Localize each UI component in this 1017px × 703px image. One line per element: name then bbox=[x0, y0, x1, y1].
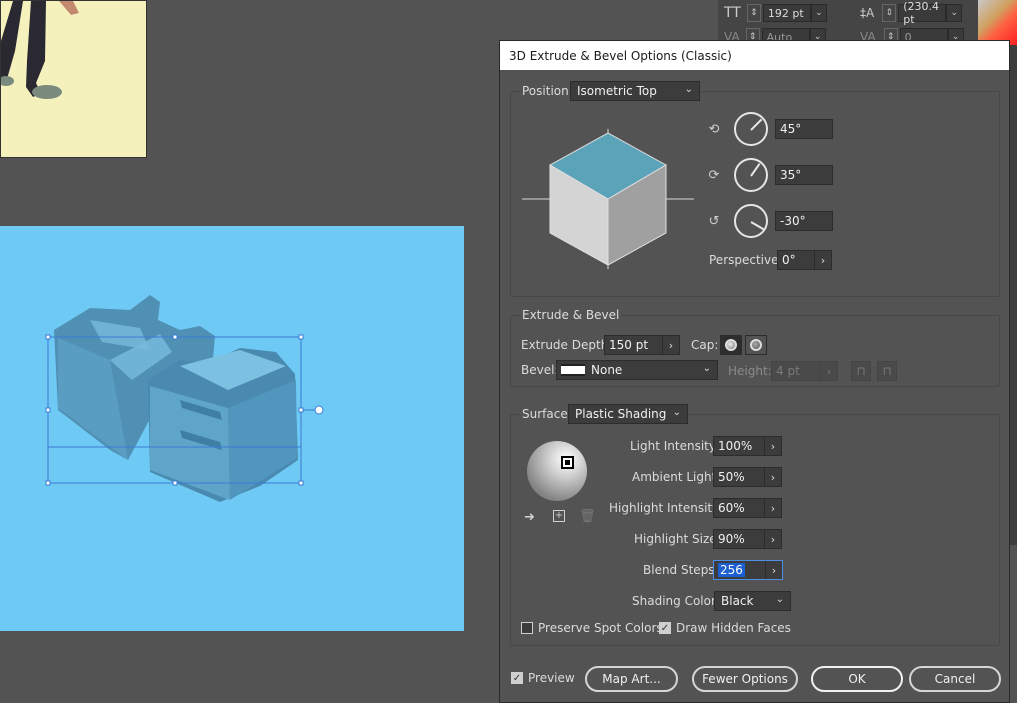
chevron-down-icon: ⌄ bbox=[775, 594, 784, 605]
dialog-title: 3D Extrude & Bevel Options (Classic) bbox=[500, 41, 1009, 70]
bevel-in-button[interactable]: ⊓ bbox=[877, 361, 897, 381]
shading-color-label: Shading Color: bbox=[632, 594, 720, 608]
bevel-value: None bbox=[591, 363, 623, 377]
position-value: Isometric Top bbox=[577, 84, 657, 98]
light-intensity-label: Light Intensity: bbox=[630, 439, 720, 453]
light-source-handle[interactable] bbox=[561, 456, 574, 469]
surface-dropdown[interactable]: Plastic Shading ⌄ bbox=[568, 404, 688, 424]
preserve-spot-label: Preserve Spot Colors bbox=[538, 621, 663, 635]
move-light-back-icon[interactable]: ➜ bbox=[524, 510, 535, 525]
shading-color-value: Black bbox=[721, 594, 754, 608]
character-panel: TT ⇕ 192 pt ⌄ ‡A ⇕ (230.4 pt ⌄ VA ⇕ Auto… bbox=[718, 0, 978, 46]
rotate-x-icon: ⟲ bbox=[708, 121, 720, 137]
ambient-light-field[interactable]: 50% › bbox=[713, 467, 782, 487]
blend-steps-field[interactable]: 256 › bbox=[713, 560, 783, 580]
lighting-sphere[interactable] bbox=[527, 441, 587, 501]
position-dropdown[interactable]: Isometric Top ⌄ bbox=[570, 81, 700, 101]
fewer-options-button[interactable]: Fewer Options bbox=[692, 666, 798, 692]
highlight-intensity-label: Highlight Intensity: bbox=[609, 501, 723, 515]
cancel-button[interactable]: Cancel bbox=[909, 666, 1001, 692]
cap-label: Cap: bbox=[691, 338, 719, 352]
draw-hidden-checkbox[interactable]: ✓ bbox=[659, 622, 671, 634]
chevron-down-icon: ⌄ bbox=[702, 363, 711, 374]
surface-value: Plastic Shading bbox=[575, 407, 667, 421]
blend-steps-label: Blend Steps: bbox=[643, 563, 719, 577]
position-label: Position: bbox=[520, 84, 575, 98]
highlight-size-field[interactable]: 90% › bbox=[713, 529, 782, 549]
bevel-label: Bevel: bbox=[521, 363, 559, 377]
preview-label: Preview bbox=[528, 671, 575, 685]
height-label: Height: bbox=[728, 364, 772, 378]
highlight-intensity-field[interactable]: 60% › bbox=[713, 498, 782, 518]
font-size-icon: TT bbox=[724, 5, 741, 21]
blend-steps-arrow-icon[interactable]: › bbox=[765, 561, 782, 579]
y-rotation-field[interactable]: 35° bbox=[775, 165, 833, 185]
perspective-field[interactable]: 0° › bbox=[777, 250, 832, 270]
bevel-dropdown[interactable]: None ⌄ bbox=[556, 360, 718, 380]
cap-on-button[interactable] bbox=[720, 335, 742, 355]
height-arrow-icon[interactable]: › bbox=[820, 362, 837, 380]
draw-hidden-label: Draw Hidden Faces bbox=[676, 621, 791, 635]
font-size-field[interactable]: 192 pt bbox=[762, 4, 811, 22]
perspective-arrow-icon[interactable]: › bbox=[814, 251, 831, 269]
cap-on-icon bbox=[725, 339, 737, 351]
perspective-label: Perspective: bbox=[709, 253, 783, 267]
artboard-figure bbox=[0, 0, 147, 158]
leading-icon: ‡A bbox=[860, 6, 875, 20]
extrude-depth-label: Extrude Depth: bbox=[521, 338, 613, 352]
chevron-down-icon: ⌄ bbox=[672, 407, 681, 418]
rotate-y-icon: ⟳ bbox=[708, 167, 720, 183]
surface-label: Surface: bbox=[520, 407, 574, 421]
extrude-section-label: Extrude & Bevel bbox=[520, 308, 622, 322]
cap-off-button[interactable] bbox=[745, 335, 767, 355]
orientation-cube[interactable] bbox=[522, 129, 694, 269]
rotate-z-icon: ↺ bbox=[708, 213, 720, 229]
z-axis-dial[interactable] bbox=[734, 204, 768, 238]
bevel-preview-icon bbox=[561, 364, 585, 376]
font-size-spinner[interactable]: ⇕ bbox=[746, 4, 761, 22]
highlight-size-label: Highlight Size: bbox=[634, 532, 721, 546]
highlight-intensity-arrow-icon[interactable]: › bbox=[764, 499, 781, 517]
extrude-bevel-dialog: 3D Extrude & Bevel Options (Classic) Pos… bbox=[499, 40, 1010, 703]
preserve-spot-checkbox[interactable] bbox=[521, 622, 533, 634]
light-intensity-arrow-icon[interactable]: › bbox=[764, 437, 781, 455]
color-swatch-preview bbox=[978, 0, 1017, 45]
character-illustration bbox=[1, 1, 79, 99]
leading-field[interactable]: (230.4 pt bbox=[898, 0, 947, 26]
shading-color-dropdown[interactable]: Black ⌄ bbox=[714, 591, 791, 611]
x-rotation-field[interactable]: 45° bbox=[775, 119, 833, 139]
x-axis-dial[interactable] bbox=[734, 112, 768, 146]
ok-button[interactable]: OK bbox=[811, 666, 903, 692]
z-rotation-field[interactable]: -30° bbox=[775, 211, 833, 231]
preview-checkbox[interactable]: ✓ bbox=[511, 672, 523, 684]
light-intensity-field[interactable]: 100% › bbox=[713, 436, 782, 456]
cap-off-icon bbox=[750, 339, 762, 351]
highlight-size-arrow-icon[interactable]: › bbox=[764, 530, 781, 548]
extrude-depth-arrow-icon[interactable]: › bbox=[662, 336, 679, 354]
leading-dropdown[interactable]: ⌄ bbox=[946, 4, 963, 22]
ambient-light-label: Ambient Light: bbox=[632, 470, 721, 484]
map-art-button[interactable]: Map Art... bbox=[585, 666, 678, 692]
new-light-icon[interactable]: + bbox=[553, 510, 565, 522]
bevel-height-field[interactable]: 4 pt › bbox=[771, 361, 838, 381]
y-axis-dial[interactable] bbox=[734, 158, 768, 192]
bevel-out-button[interactable]: ⊓ bbox=[851, 361, 871, 381]
chevron-down-icon: ⌄ bbox=[684, 84, 693, 95]
font-size-dropdown[interactable]: ⌄ bbox=[810, 4, 827, 22]
ambient-light-arrow-icon[interactable]: › bbox=[764, 468, 781, 486]
delete-light-icon[interactable]: 🗑 bbox=[579, 509, 596, 524]
extruded-3d-text[interactable] bbox=[40, 290, 330, 520]
extrude-depth-field[interactable]: 150 pt › bbox=[604, 335, 680, 355]
leading-spinner[interactable]: ⇕ bbox=[882, 4, 897, 22]
